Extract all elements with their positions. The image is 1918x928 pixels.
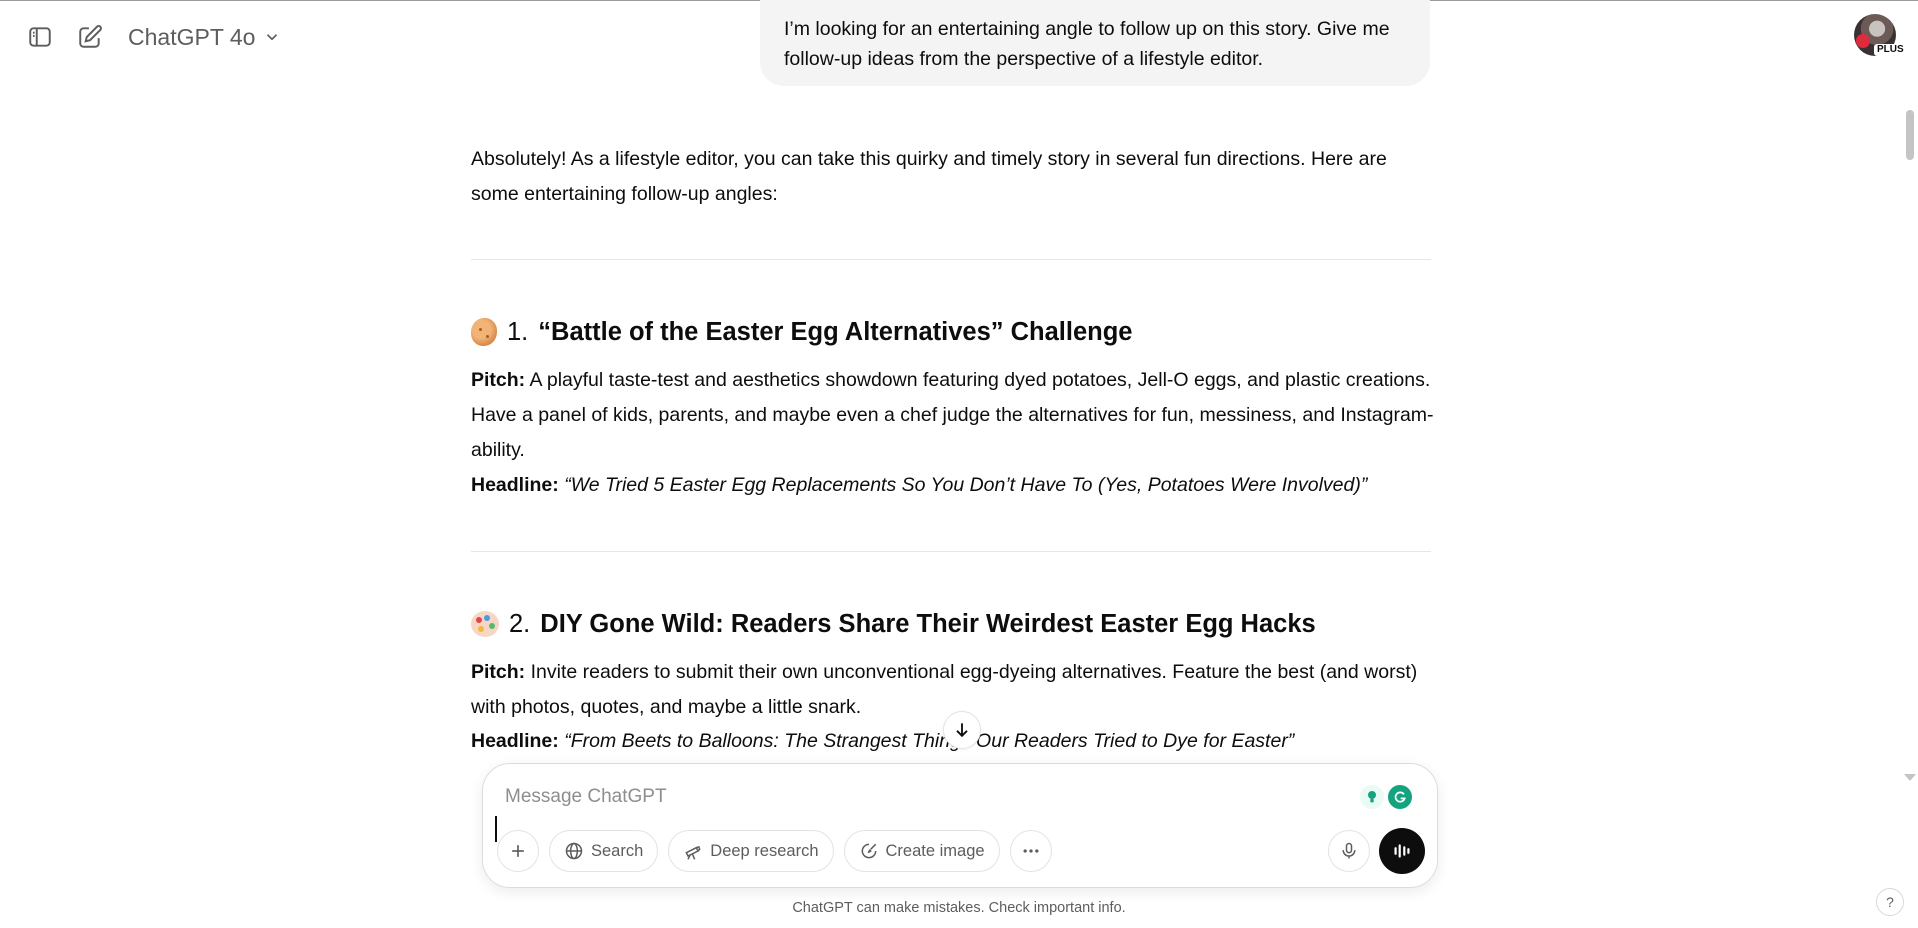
- deep-research-label: Deep research: [710, 841, 819, 860]
- edit-icon: [79, 25, 102, 48]
- section-number: 1.: [507, 317, 529, 346]
- headline-label: Headline:: [471, 730, 559, 752]
- message-composer: Message ChatGPT Search Deep research Cre…: [482, 763, 1438, 888]
- chevron-down-icon: [267, 34, 278, 41]
- image-brush-icon: [861, 843, 876, 859]
- waveform-icon: [1394, 844, 1410, 858]
- disclaimer: ChatGPT can make mistakes. Check importa…: [792, 900, 1126, 916]
- headline-text: “From Beets to Balloons: The Strangest T…: [564, 730, 1295, 752]
- pitch-label: Pitch:: [471, 661, 526, 683]
- section-headline-1: Headline: “We Tried 5 Easter Egg Replace…: [471, 468, 1436, 503]
- scroll-to-bottom-button[interactable]: [943, 711, 981, 749]
- new-chat-button[interactable]: [70, 17, 110, 57]
- section-heading-1: 1. “Battle of the Easter Egg Alternative…: [471, 314, 1132, 350]
- pitch-text: Invite readers to submit their own uncon…: [471, 661, 1418, 718]
- microphone-icon: [1342, 842, 1356, 859]
- grammarly-icon[interactable]: [1388, 785, 1412, 809]
- section-heading-2: 2. DIY Gone Wild: Readers Share Their We…: [471, 606, 1316, 642]
- search-label: Search: [591, 841, 644, 860]
- voice-mode-button[interactable]: [1379, 828, 1425, 874]
- plus-badge: PLUS: [1874, 44, 1907, 56]
- pitch-label: Pitch:: [471, 369, 526, 391]
- search-button[interactable]: Search: [549, 830, 659, 872]
- globe-icon: [565, 842, 583, 860]
- attach-button[interactable]: [497, 830, 539, 872]
- dictate-button[interactable]: [1328, 830, 1370, 872]
- create-image-button[interactable]: Create image: [843, 830, 1000, 872]
- section-title: “Battle of the Easter Egg Alternatives” …: [538, 317, 1133, 346]
- user-message-bubble: I’m looking for an entertaining angle to…: [760, 0, 1430, 86]
- telescope-icon: [685, 845, 701, 860]
- headline-label: Headline:: [471, 474, 559, 496]
- assistant-intro: Absolutely! As a lifestyle editor, you c…: [471, 148, 1387, 205]
- sidebar-toggle-button[interactable]: [20, 17, 60, 57]
- deep-research-button[interactable]: Deep research: [668, 830, 834, 872]
- extension-icons: [1360, 785, 1412, 809]
- scrollbar-thumb[interactable]: [1906, 110, 1914, 160]
- scrollbar-down-arrow[interactable]: [1904, 774, 1916, 781]
- section-pitch-1: Pitch: A playful taste-test and aestheti…: [471, 363, 1436, 468]
- composer-tools: Search Deep research Create image: [497, 830, 1052, 874]
- create-image-label: Create image: [885, 841, 985, 860]
- model-selector[interactable]: ChatGPT 4o: [128, 20, 281, 54]
- section-title: DIY Gone Wild: Readers Share Their Weird…: [540, 609, 1316, 638]
- palette-emoji-icon: [471, 611, 499, 637]
- sidebar-icon: [29, 27, 51, 47]
- avatar[interactable]: PLUS: [1854, 14, 1907, 56]
- potato-emoji-icon: [471, 318, 497, 346]
- section-divider: [471, 551, 1431, 552]
- message-input[interactable]: Message ChatGPT: [505, 782, 1305, 812]
- pitch-text: A playful taste-test and aesthetics show…: [471, 369, 1434, 461]
- section-divider: [471, 259, 1431, 260]
- section-number: 2.: [509, 609, 531, 638]
- chat-page: ChatGPT 4o PLUS I’m looking for an enter…: [0, 0, 1918, 928]
- model-label: ChatGPT 4o: [128, 23, 256, 50]
- lightbulb-icon[interactable]: [1360, 785, 1384, 809]
- help-button[interactable]: ?: [1876, 888, 1904, 916]
- arrow-down-icon: [956, 723, 968, 738]
- more-horizontal-icon: [1023, 849, 1039, 853]
- more-tools-button[interactable]: [1009, 830, 1052, 872]
- headline-text: “We Tried 5 Easter Egg Replacements So Y…: [564, 474, 1368, 496]
- plus-icon: [512, 845, 524, 857]
